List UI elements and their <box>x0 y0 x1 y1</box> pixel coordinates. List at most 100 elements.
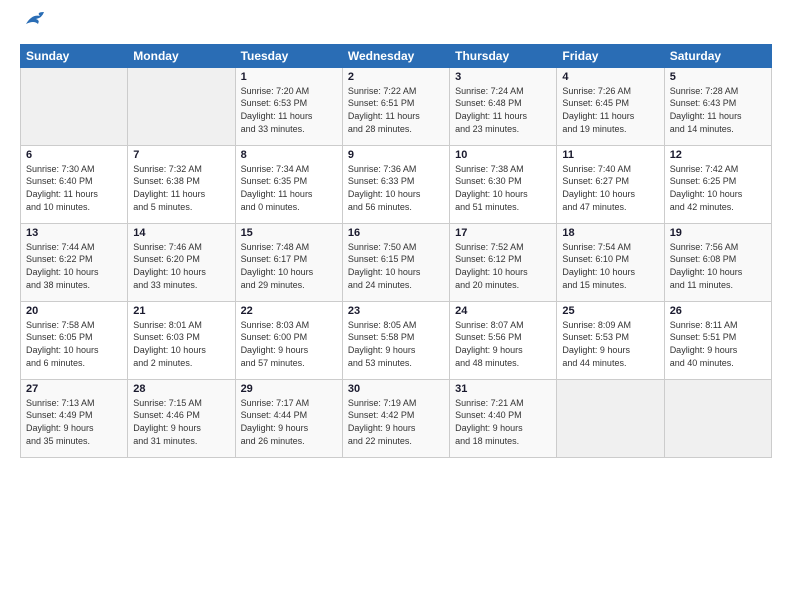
day-number: 9 <box>348 149 444 161</box>
cell-info: Sunrise: 7:38 AM Sunset: 6:30 PM Dayligh… <box>455 163 551 213</box>
calendar-cell: 19Sunrise: 7:56 AM Sunset: 6:08 PM Dayli… <box>664 223 771 301</box>
day-number: 26 <box>670 305 766 317</box>
calendar-cell: 27Sunrise: 7:13 AM Sunset: 4:49 PM Dayli… <box>21 379 128 457</box>
week-row-3: 13 Sunrise: 7:44 AM Sunset: 6:22 PM Dayli… <box>21 223 772 301</box>
day-number: 29 <box>241 383 337 395</box>
calendar-cell <box>557 379 664 457</box>
cell-info: Sunrise: 7:48 AM Sunset: 6:17 PM Dayligh… <box>241 241 337 291</box>
calendar-header: SundayMondayTuesdayWednesdayThursdayFrid… <box>21 44 772 67</box>
calendar-cell: 16 Sunrise: 7:50 AM Sunset: 6:15 PM Dayli… <box>342 223 449 301</box>
header-cell-saturday: Saturday <box>664 44 771 67</box>
calendar-cell <box>128 67 235 145</box>
day-number: 23 <box>348 305 444 317</box>
day-number: 28 <box>133 383 229 395</box>
calendar-cell: 21 Sunrise: 8:01 AM Sunset: 6:03 PM Dayli… <box>128 301 235 379</box>
calendar-cell: 28 Sunrise: 7:15 AM Sunset: 4:46 PM Dayli… <box>128 379 235 457</box>
cell-info: Sunrise: 7:15 AM Sunset: 4:46 PM Dayligh… <box>133 397 229 447</box>
calendar-cell: 2 Sunrise: 7:22 AM Sunset: 6:51 PM Daylig… <box>342 67 449 145</box>
day-number: 8 <box>241 149 337 161</box>
cell-info: Sunrise: 7:52 AM Sunset: 6:12 PM Dayligh… <box>455 241 551 291</box>
calendar-body: 1Sunrise: 7:20 AM Sunset: 6:53 PM Daylig… <box>21 67 772 457</box>
header-cell-tuesday: Tuesday <box>235 44 342 67</box>
header-cell-thursday: Thursday <box>450 44 557 67</box>
header-cell-friday: Friday <box>557 44 664 67</box>
calendar-page: SundayMondayTuesdayWednesdayThursdayFrid… <box>0 0 792 612</box>
header-cell-monday: Monday <box>128 44 235 67</box>
day-number: 18 <box>562 227 658 239</box>
calendar-cell: 31Sunrise: 7:21 AM Sunset: 4:40 PM Dayli… <box>450 379 557 457</box>
header-row: SundayMondayTuesdayWednesdayThursdayFrid… <box>21 44 772 67</box>
cell-info: Sunrise: 8:11 AM Sunset: 5:51 PM Dayligh… <box>670 319 766 369</box>
cell-info: Sunrise: 7:22 AM Sunset: 6:51 PM Dayligh… <box>348 85 444 135</box>
day-number: 12 <box>670 149 766 161</box>
calendar-cell: 3 Sunrise: 7:24 AM Sunset: 6:48 PM Daylig… <box>450 67 557 145</box>
day-number: 10 <box>455 149 551 161</box>
cell-info: Sunrise: 7:24 AM Sunset: 6:48 PM Dayligh… <box>455 85 551 135</box>
cell-info: Sunrise: 8:07 AM Sunset: 5:56 PM Dayligh… <box>455 319 551 369</box>
header <box>20 16 772 36</box>
calendar-cell: 10 Sunrise: 7:38 AM Sunset: 6:30 PM Dayli… <box>450 145 557 223</box>
calendar-cell: 29 Sunrise: 7:17 AM Sunset: 4:44 PM Dayli… <box>235 379 342 457</box>
cell-info: Sunrise: 7:26 AM Sunset: 6:45 PM Dayligh… <box>562 85 658 135</box>
calendar-cell: 23Sunrise: 8:05 AM Sunset: 5:58 PM Dayli… <box>342 301 449 379</box>
week-row-5: 27Sunrise: 7:13 AM Sunset: 4:49 PM Dayli… <box>21 379 772 457</box>
cell-info: Sunrise: 8:01 AM Sunset: 6:03 PM Dayligh… <box>133 319 229 369</box>
day-number: 27 <box>26 383 122 395</box>
day-number: 20 <box>26 305 122 317</box>
day-number: 2 <box>348 71 444 83</box>
cell-info: Sunrise: 7:36 AM Sunset: 6:33 PM Dayligh… <box>348 163 444 213</box>
day-number: 3 <box>455 71 551 83</box>
calendar-cell: 8 Sunrise: 7:34 AM Sunset: 6:35 PM Daylig… <box>235 145 342 223</box>
header-cell-sunday: Sunday <box>21 44 128 67</box>
day-number: 22 <box>241 305 337 317</box>
cell-info: Sunrise: 7:50 AM Sunset: 6:15 PM Dayligh… <box>348 241 444 291</box>
header-cell-wednesday: Wednesday <box>342 44 449 67</box>
calendar-cell: 9 Sunrise: 7:36 AM Sunset: 6:33 PM Daylig… <box>342 145 449 223</box>
day-number: 24 <box>455 305 551 317</box>
calendar-cell: 20 Sunrise: 7:58 AM Sunset: 6:05 PM Dayli… <box>21 301 128 379</box>
calendar-cell: 15Sunrise: 7:48 AM Sunset: 6:17 PM Dayli… <box>235 223 342 301</box>
calendar-cell: 13 Sunrise: 7:44 AM Sunset: 6:22 PM Dayli… <box>21 223 128 301</box>
day-number: 16 <box>348 227 444 239</box>
cell-info: Sunrise: 7:20 AM Sunset: 6:53 PM Dayligh… <box>241 85 337 135</box>
cell-info: Sunrise: 7:19 AM Sunset: 4:42 PM Dayligh… <box>348 397 444 447</box>
calendar-cell: 4 Sunrise: 7:26 AM Sunset: 6:45 PM Daylig… <box>557 67 664 145</box>
day-number: 30 <box>348 383 444 395</box>
calendar-cell <box>664 379 771 457</box>
calendar-cell: 5Sunrise: 7:28 AM Sunset: 6:43 PM Daylig… <box>664 67 771 145</box>
logo <box>20 16 46 36</box>
cell-info: Sunrise: 7:40 AM Sunset: 6:27 PM Dayligh… <box>562 163 658 213</box>
day-number: 13 <box>26 227 122 239</box>
cell-info: Sunrise: 7:44 AM Sunset: 6:22 PM Dayligh… <box>26 241 122 291</box>
cell-info: Sunrise: 7:28 AM Sunset: 6:43 PM Dayligh… <box>670 85 766 135</box>
cell-info: Sunrise: 7:17 AM Sunset: 4:44 PM Dayligh… <box>241 397 337 447</box>
cell-info: Sunrise: 8:03 AM Sunset: 6:00 PM Dayligh… <box>241 319 337 369</box>
cell-info: Sunrise: 7:34 AM Sunset: 6:35 PM Dayligh… <box>241 163 337 213</box>
logo-bird-icon <box>24 10 46 28</box>
calendar-cell: 11 Sunrise: 7:40 AM Sunset: 6:27 PM Dayli… <box>557 145 664 223</box>
calendar-cell: 14 Sunrise: 7:46 AM Sunset: 6:20 PM Dayli… <box>128 223 235 301</box>
day-number: 11 <box>562 149 658 161</box>
cell-info: Sunrise: 7:58 AM Sunset: 6:05 PM Dayligh… <box>26 319 122 369</box>
cell-info: Sunrise: 7:46 AM Sunset: 6:20 PM Dayligh… <box>133 241 229 291</box>
calendar-cell: 30 Sunrise: 7:19 AM Sunset: 4:42 PM Dayli… <box>342 379 449 457</box>
cell-info: Sunrise: 7:56 AM Sunset: 6:08 PM Dayligh… <box>670 241 766 291</box>
day-number: 25 <box>562 305 658 317</box>
week-row-2: 6Sunrise: 7:30 AM Sunset: 6:40 PM Daylig… <box>21 145 772 223</box>
day-number: 31 <box>455 383 551 395</box>
calendar-cell: 24 Sunrise: 8:07 AM Sunset: 5:56 PM Dayli… <box>450 301 557 379</box>
day-number: 17 <box>455 227 551 239</box>
cell-info: Sunrise: 7:42 AM Sunset: 6:25 PM Dayligh… <box>670 163 766 213</box>
day-number: 4 <box>562 71 658 83</box>
calendar-cell: 1Sunrise: 7:20 AM Sunset: 6:53 PM Daylig… <box>235 67 342 145</box>
calendar-cell: 17 Sunrise: 7:52 AM Sunset: 6:12 PM Dayli… <box>450 223 557 301</box>
day-number: 14 <box>133 227 229 239</box>
calendar-cell: 6Sunrise: 7:30 AM Sunset: 6:40 PM Daylig… <box>21 145 128 223</box>
cell-info: Sunrise: 7:32 AM Sunset: 6:38 PM Dayligh… <box>133 163 229 213</box>
day-number: 7 <box>133 149 229 161</box>
day-number: 21 <box>133 305 229 317</box>
cell-info: Sunrise: 8:09 AM Sunset: 5:53 PM Dayligh… <box>562 319 658 369</box>
calendar-cell: 22 Sunrise: 8:03 AM Sunset: 6:00 PM Dayli… <box>235 301 342 379</box>
calendar-cell: 26 Sunrise: 8:11 AM Sunset: 5:51 PM Dayli… <box>664 301 771 379</box>
day-number: 6 <box>26 149 122 161</box>
